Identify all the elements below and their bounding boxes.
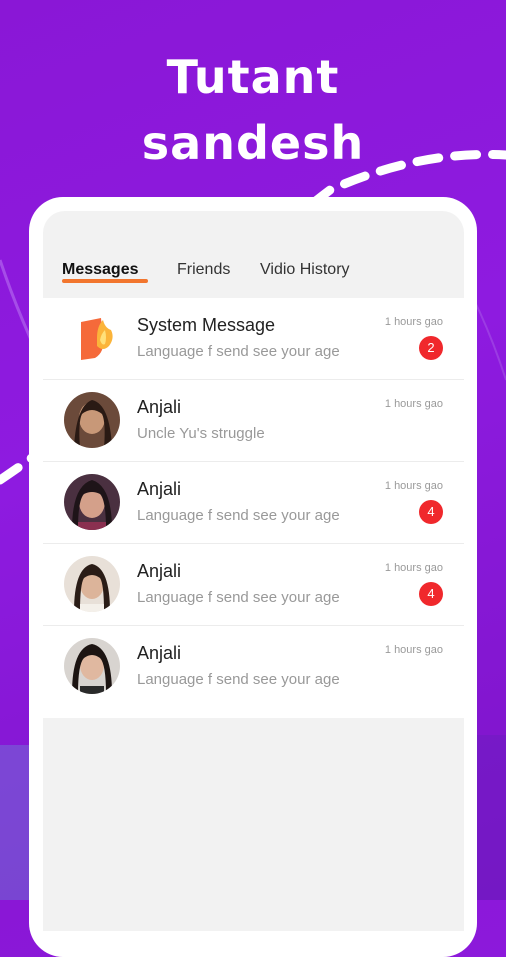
unread-badge: 4	[419, 500, 443, 524]
conversation-row[interactable]: Anjali Language f send see your age 1 ho…	[43, 626, 464, 718]
conversation-list: System Message Language f send see your …	[43, 298, 464, 718]
unread-badge: 4	[419, 582, 443, 606]
conversation-time: 1 hours gao	[384, 644, 443, 656]
conversation-row[interactable]: Anjali Language f send see your age 1 ho…	[43, 462, 464, 544]
conversation-time: 1 hours gao	[384, 562, 443, 574]
conversation-preview: Language f send see your age	[137, 671, 340, 688]
system-flame-icon	[81, 318, 113, 360]
active-tab-indicator	[62, 279, 148, 283]
avatar	[64, 638, 120, 694]
conversation-time: 1 hours gao	[384, 316, 443, 328]
conversation-preview: Language f send see your age	[137, 343, 340, 360]
promo-title-line2: sandesh	[141, 116, 365, 170]
tab-bar: Messages Friends Vidio History	[43, 211, 464, 298]
conversation-time: 1 hours gao	[384, 398, 443, 410]
conversation-preview: Language f send see your age	[137, 507, 340, 524]
conversation-row[interactable]: Anjali Uncle Yu's struggle 1 hours gao	[43, 380, 464, 462]
conversation-name: Anjali	[137, 561, 182, 581]
conversation-name: System Message	[137, 315, 276, 335]
conversation-name: Anjali	[137, 479, 182, 499]
conversation-row[interactable]: Anjali Language f send see your age 1 ho…	[43, 544, 464, 626]
conversation-name: Anjali	[137, 397, 182, 417]
unread-badge: 2	[419, 336, 443, 360]
promo-title-line1: Tutant	[166, 50, 340, 104]
avatar	[64, 474, 120, 530]
conversation-row-system-message[interactable]: System Message Language f send see your …	[43, 298, 464, 380]
conversation-preview: Language f send see your age	[137, 589, 340, 606]
tab-vidio-history[interactable]: Vidio History	[260, 261, 350, 279]
avatar	[64, 556, 120, 612]
conversation-time: 1 hours gao	[384, 480, 443, 492]
app-screen: Messages Friends Vidio History System Me…	[43, 211, 464, 931]
conversation-name: Anjali	[137, 643, 182, 663]
tab-friends[interactable]: Friends	[177, 261, 230, 279]
avatar	[64, 392, 120, 448]
tab-messages[interactable]: Messages	[62, 261, 139, 279]
conversation-preview: Uncle Yu's struggle	[137, 425, 265, 442]
